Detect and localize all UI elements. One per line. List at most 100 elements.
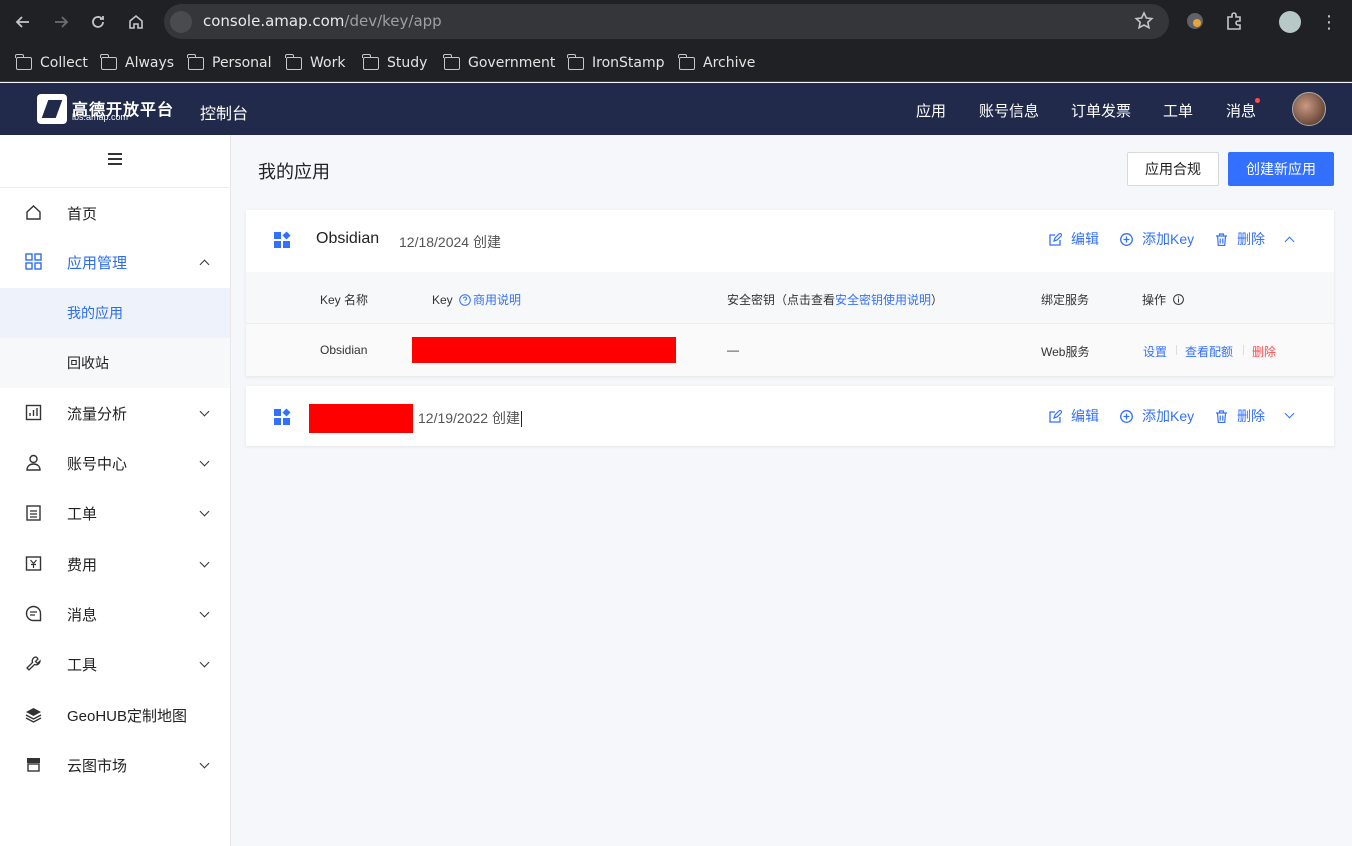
sidebar-item-cloud-market[interactable]: 云图市场 [0, 740, 230, 790]
page-title: 我的应用 [258, 162, 330, 182]
sidebar-subitem-recycle-bin[interactable]: 回收站 [0, 338, 230, 388]
sidebar-item-home[interactable]: 首页 [0, 188, 230, 238]
folder-icon [15, 53, 32, 70]
profile-avatar[interactable] [1279, 11, 1301, 33]
sidebar-item-label: GeoHUB定制地图 [67, 707, 188, 725]
operations-label: 操作 [1142, 293, 1167, 307]
add-key-button[interactable]: 添加Key [1120, 406, 1194, 426]
bookmark-label: Study [387, 55, 428, 71]
create-app-button[interactable]: 创建新应用 [1228, 152, 1334, 186]
bookmark-star-icon[interactable] [1133, 10, 1155, 32]
collapse-chevron-icon[interactable] [1284, 236, 1295, 247]
nav-invoices[interactable]: 订单发票 [1071, 100, 1131, 121]
bookmark-folder[interactable]: Always [100, 53, 175, 73]
console-title: 控制台 [200, 106, 249, 123]
edit-icon [1049, 232, 1062, 246]
url-host: console.amap.com [203, 12, 345, 30]
add-key-button[interactable]: 添加Key [1120, 229, 1194, 249]
bookmark-folder[interactable]: Government [443, 53, 556, 73]
back-icon[interactable] [11, 10, 35, 34]
sidebar-item-label: 流量分析 [67, 405, 128, 423]
nav-account-info[interactable]: 账号信息 [979, 100, 1039, 121]
chart-icon [25, 404, 42, 421]
text-cursor [520, 411, 522, 428]
user-avatar[interactable] [1292, 92, 1326, 126]
nav-apps[interactable]: 应用 [916, 100, 946, 121]
logo-subtext: lbs.amap.com [72, 112, 129, 122]
folder-icon [567, 53, 584, 70]
chevron-down-icon [199, 456, 210, 467]
help-circle-icon[interactable] [459, 294, 471, 306]
bookmark-label: Collect [40, 55, 88, 71]
edit-button[interactable]: 编辑 [1049, 229, 1099, 249]
view-quota-link[interactable]: 查看配额 [1185, 343, 1233, 360]
add-circle-icon [1120, 232, 1133, 246]
delete-label: 删除 [1237, 231, 1265, 247]
bookmark-folder[interactable]: Personal [187, 53, 272, 73]
sidebar-item-app-management[interactable]: 应用管理 [0, 237, 230, 287]
sidebar: 首页 应用管理 我的应用 回收站 流量分析 账号中心 工单 费用 消息 工具 G… [0, 135, 231, 846]
col-operations: 操作 [1142, 291, 1185, 308]
wrench-icon [26, 656, 41, 671]
bookmark-folder[interactable]: Work [285, 53, 345, 73]
notification-dot [1255, 98, 1260, 103]
yen-icon [25, 556, 42, 571]
sidebar-item-geohub[interactable]: GeoHUB定制地图 [0, 690, 230, 740]
sidebar-subitem-my-apps[interactable]: 我的应用 [0, 288, 230, 338]
bookmark-folder[interactable]: Study [362, 53, 428, 73]
app-created-date: 12/18/2024 创建 [399, 234, 501, 250]
security-key-usage-link[interactable]: 安全密钥使用说明 [835, 293, 931, 307]
site-info-icon[interactable] [170, 11, 192, 33]
settings-link[interactable]: 设置 [1143, 343, 1167, 360]
folder-icon [678, 53, 695, 70]
bookmark-folder[interactable]: Collect [15, 53, 88, 73]
sidebar-item-label: 首页 [67, 205, 98, 223]
info-icon[interactable] [1173, 294, 1185, 305]
url-text[interactable]: console.amap.com/dev/key/app [203, 12, 442, 30]
expand-chevron-icon[interactable] [1284, 408, 1295, 419]
reload-icon[interactable] [86, 10, 110, 34]
redacted-key-value [412, 337, 676, 363]
sidebar-item-tools[interactable]: 工具 [0, 639, 230, 689]
app-compliance-button[interactable]: 应用合规 [1127, 152, 1219, 186]
trash-icon [1216, 409, 1227, 423]
chevron-down-icon [199, 506, 210, 517]
home-browser-icon[interactable] [124, 10, 148, 34]
sidebar-item-label: 费用 [67, 556, 98, 574]
sidebar-item-billing[interactable]: 费用 [0, 539, 230, 589]
bookmark-label: IronStamp [592, 55, 665, 71]
sidebar-item-messages[interactable]: 消息 [0, 589, 230, 639]
amap-logo-icon[interactable] [37, 94, 67, 124]
bookmark-folder[interactable]: IronStamp [567, 53, 665, 73]
browser-menu-icon[interactable]: ⋮ [1320, 11, 1338, 33]
nav-messages[interactable]: 消息 [1226, 100, 1256, 121]
delete-app-button[interactable]: 删除 [1215, 229, 1265, 249]
delete-key-link[interactable]: 删除 [1252, 343, 1276, 360]
edit-label: 编辑 [1071, 231, 1099, 247]
extensions-puzzle-icon[interactable] [1224, 11, 1246, 33]
app-card: 12/19/2022 创建 编辑 添加Key 删除 [246, 386, 1334, 446]
sidebar-item-tickets[interactable]: 工单 [0, 488, 230, 538]
sidebar-item-account[interactable]: 账号中心 [0, 438, 230, 488]
folder-icon [100, 53, 117, 70]
nav-tickets[interactable]: 工单 [1163, 100, 1193, 121]
bookmark-folder[interactable]: Archive [678, 53, 755, 73]
security-key-cell: — [727, 343, 739, 357]
extension-icon[interactable] [1185, 11, 1207, 33]
bookmark-label: Government [468, 55, 556, 71]
delete-app-button[interactable]: 删除 [1215, 406, 1265, 426]
folder-icon [285, 53, 302, 70]
edit-label: 编辑 [1071, 408, 1099, 424]
menu-toggle-icon[interactable] [108, 153, 122, 165]
bookmark-label: Always [125, 55, 175, 71]
sidebar-subitem-label: 我的应用 [67, 305, 123, 321]
col-key: Key 商用说明 [432, 291, 521, 308]
security-key-suffix: ） [931, 293, 944, 307]
user-icon [26, 454, 41, 471]
edit-button[interactable]: 编辑 [1049, 406, 1099, 426]
sidebar-item-traffic[interactable]: 流量分析 [0, 388, 230, 438]
ticket-icon [26, 505, 41, 521]
commercial-info-link[interactable]: 商用说明 [473, 293, 521, 307]
forward-icon[interactable] [49, 10, 73, 34]
col-bound-service: 绑定服务 [1041, 293, 1090, 307]
